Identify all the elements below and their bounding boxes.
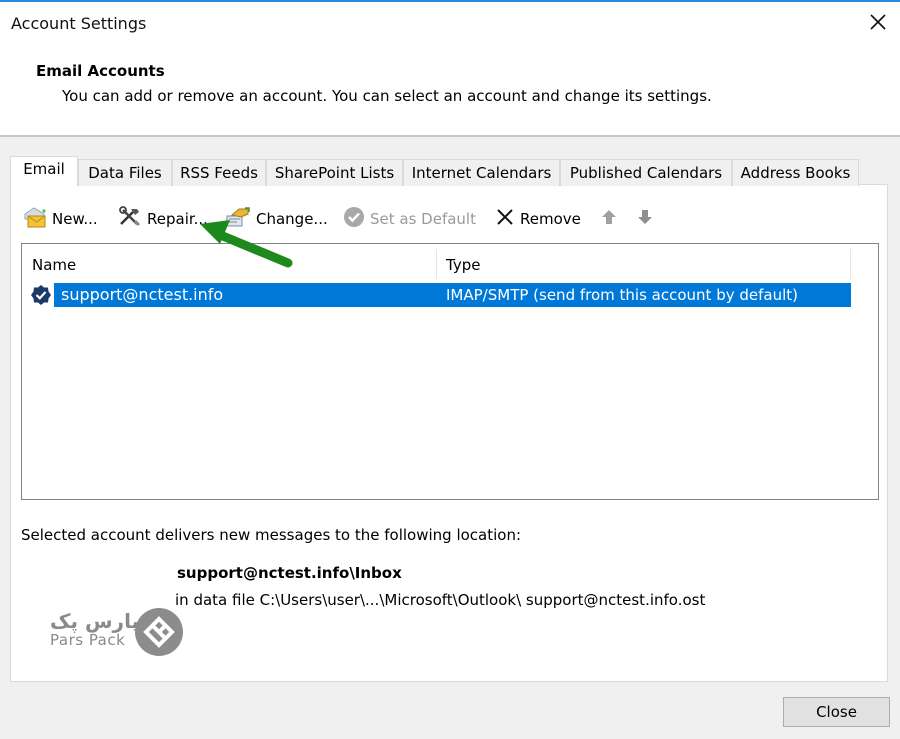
new-button-label: New... [52, 210, 98, 228]
tab-rss-feeds[interactable]: RSS Feeds [172, 159, 266, 186]
parspack-watermark: پارس پک Pars Pack [48, 607, 188, 661]
arrow-down-icon [636, 208, 654, 230]
change-button-label: Change... [256, 210, 328, 228]
move-up-button[interactable] [600, 205, 618, 233]
tab-internet-calendars[interactable]: Internet Calendars [403, 159, 560, 186]
delivery-data-file: in data file C:\Users\user\...\Microsoft… [175, 591, 706, 609]
column-divider[interactable] [436, 249, 437, 279]
close-button[interactable]: Close [783, 697, 890, 727]
list-header: Name Type [22, 244, 852, 282]
set-as-default-label: Set as Default [370, 210, 476, 228]
column-header-type[interactable]: Type [446, 256, 480, 274]
close-x-icon[interactable] [866, 10, 890, 34]
set-as-default-button[interactable]: Set as Default [342, 205, 476, 233]
arrow-up-icon [600, 208, 618, 230]
account-type: IMAP/SMTP (send from this account by def… [446, 286, 798, 304]
tab-email[interactable]: Email [10, 156, 78, 186]
dialog-header: Account Settings Email Accounts You can … [0, 2, 900, 137]
section-title: Email Accounts [36, 62, 165, 80]
column-divider[interactable] [850, 249, 851, 279]
tab-data-files[interactable]: Data Files [78, 159, 172, 186]
tab-published-calendars[interactable]: Published Calendars [560, 159, 732, 186]
remove-button[interactable]: Remove [494, 205, 581, 233]
change-button[interactable]: Change... [224, 205, 328, 233]
default-account-check-icon [30, 284, 52, 310]
tab-address-books[interactable]: Address Books [732, 159, 859, 186]
repair-button-label: Repair... [147, 210, 208, 228]
x-remove-icon [494, 206, 516, 232]
tools-repair-icon [117, 206, 143, 232]
delivery-folder: support@nctest.info\Inbox [177, 564, 402, 582]
change-account-icon [224, 205, 252, 233]
account-name: support@nctest.info [61, 285, 224, 304]
check-circle-icon [342, 205, 366, 233]
move-down-button[interactable] [636, 205, 654, 233]
accounts-list[interactable]: Name Type support@nctest.info IMAP/SMTP … [21, 243, 879, 500]
account-row[interactable]: support@nctest.info IMAP/SMTP (send from… [22, 282, 852, 308]
new-account-envelope-icon [22, 205, 48, 233]
column-header-name[interactable]: Name [32, 256, 76, 274]
tab-sharepoint-lists[interactable]: SharePoint Lists [266, 159, 403, 186]
section-description: You can add or remove an account. You ca… [62, 87, 712, 105]
watermark-text-en: Pars Pack [50, 631, 126, 649]
new-button[interactable]: New... [22, 205, 98, 233]
delivery-location-label: Selected account delivers new messages t… [21, 526, 522, 544]
parspack-logo-icon [134, 607, 184, 661]
repair-button[interactable]: Repair... [117, 205, 208, 233]
remove-button-label: Remove [520, 210, 581, 228]
window-title: Account Settings [11, 14, 147, 33]
watermark-text-fa: پارس پک [50, 609, 140, 633]
